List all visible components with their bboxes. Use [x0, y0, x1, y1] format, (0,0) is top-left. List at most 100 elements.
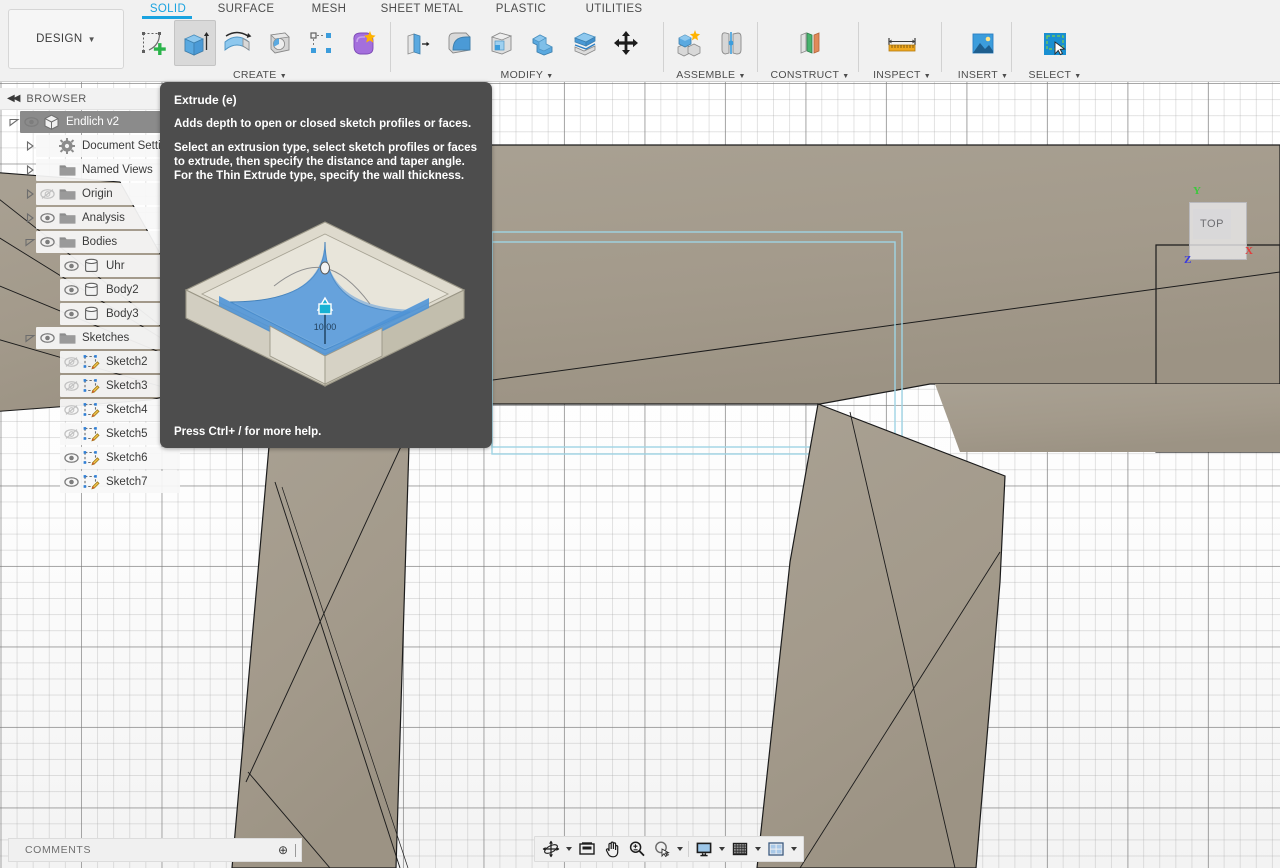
browser-node-label: Endlich v2 — [66, 116, 119, 128]
comments-resize-handle[interactable] — [295, 844, 296, 857]
eye-visible-icon[interactable] — [38, 236, 56, 248]
browser-node-analysis[interactable]: Analysis — [0, 206, 186, 230]
ribbon-group-insert-label[interactable]: INSERT ▼ — [945, 69, 1021, 81]
offset-plane-button[interactable] — [789, 20, 831, 66]
new-component-button[interactable] — [668, 20, 710, 66]
insert-image-button[interactable] — [962, 20, 1004, 66]
browser-node-document-settings[interactable]: Document Settings — [0, 134, 186, 158]
collapse-left-icon[interactable]: ◀◀ — [7, 93, 18, 104]
orbit-dropdown-caret[interactable] — [564, 838, 574, 860]
press-pull-button[interactable] — [396, 20, 438, 66]
chevron-down-icon[interactable] — [24, 235, 38, 249]
pattern-button[interactable] — [300, 20, 342, 66]
eye-hidden-icon[interactable] — [62, 428, 80, 440]
split-face-button[interactable] — [564, 20, 606, 66]
browser-node-uhr[interactable]: Uhr — [0, 254, 186, 278]
eye-visible-icon[interactable] — [62, 452, 80, 464]
sweep-button[interactable] — [258, 20, 300, 66]
browser-node-endlich-v2[interactable]: Endlich v2 — [0, 110, 186, 134]
tab-utilities[interactable]: UTILITIES — [568, 2, 660, 20]
browser-node-sketch6[interactable]: Sketch6 — [0, 446, 186, 470]
eye-hidden-icon[interactable] — [38, 188, 56, 200]
eye-hidden-icon[interactable] — [62, 404, 80, 416]
tab-surface[interactable]: SURFACE — [204, 2, 288, 20]
form-icon — [348, 28, 378, 58]
toolbar-divider — [390, 22, 391, 72]
eye-visible-icon[interactable] — [62, 308, 80, 320]
browser-node-sketches[interactable]: Sketches — [0, 326, 186, 350]
shell-button[interactable] — [480, 20, 522, 66]
browser-tree[interactable]: Endlich v2 Document SettingsNamed ViewsOr… — [0, 110, 186, 494]
chevron-down-icon[interactable] — [8, 115, 22, 129]
revolve-button[interactable] — [216, 20, 258, 66]
display-dropdown-caret[interactable] — [717, 838, 727, 860]
browser-node-sketch2[interactable]: Sketch2 — [0, 350, 186, 374]
eye-visible-icon[interactable] — [38, 212, 56, 224]
create-sketch-button[interactable] — [132, 20, 174, 66]
chevron-right-icon[interactable] — [24, 187, 38, 201]
combine-button[interactable] — [522, 20, 564, 66]
ribbon-group-assemble: ASSEMBLE ▼ — [668, 20, 754, 80]
viewports-dropdown-caret[interactable] — [789, 838, 799, 860]
display-settings-button[interactable] — [692, 838, 716, 860]
grid-dropdown-caret[interactable] — [753, 838, 763, 860]
browser-node-sketch3[interactable]: Sketch3 — [0, 374, 186, 398]
ribbon-group-inspect-label[interactable]: INSPECT ▼ — [862, 69, 942, 81]
select-window-icon — [1040, 28, 1070, 58]
move-copy-button[interactable] — [606, 20, 648, 66]
eye-visible-icon[interactable] — [22, 116, 40, 128]
chevron-right-icon[interactable] — [24, 139, 38, 153]
browser-node-body3[interactable]: Body3 — [0, 302, 186, 326]
chevron-down-icon[interactable] — [24, 331, 38, 345]
browser-node-sketch5[interactable]: Sketch5 — [0, 422, 186, 446]
browser-node-label: Body3 — [106, 308, 139, 320]
ribbon-group-assemble-label[interactable]: ASSEMBLE ▼ — [668, 69, 754, 81]
chevron-right-icon[interactable] — [24, 211, 38, 225]
ribbon-group-construct-label[interactable]: CONSTRUCT ▼ — [762, 69, 858, 81]
tab-sheet-metal[interactable]: SHEET METAL — [370, 2, 474, 20]
eye-visible-icon[interactable] — [62, 284, 80, 296]
add-comment-icon[interactable]: ⊕ — [278, 843, 288, 857]
viewports-button[interactable] — [764, 838, 788, 860]
browser-node-body2[interactable]: Body2 — [0, 278, 186, 302]
ribbon-group-select-label[interactable]: SELECT ▼ — [1015, 69, 1095, 81]
zoom-button[interactable] — [625, 838, 649, 860]
chevron-down-icon: ▼ — [280, 73, 287, 80]
eye-visible-icon[interactable] — [38, 332, 56, 344]
workspace-switcher-button[interactable]: DESIGN ▼ — [8, 9, 124, 69]
display-settings-icon — [695, 840, 713, 858]
grid-snaps-button[interactable] — [728, 838, 752, 860]
eye-hidden-icon[interactable] — [62, 380, 80, 392]
form-button[interactable] — [342, 20, 384, 66]
view-cube-face-label[interactable]: TOP — [1193, 209, 1231, 239]
measure-button[interactable] — [881, 20, 923, 66]
joint-button[interactable] — [710, 20, 752, 66]
fit-button[interactable] — [650, 838, 674, 860]
eye-hidden-icon[interactable] — [62, 356, 80, 368]
tab-plastic[interactable]: PLASTIC — [474, 2, 568, 20]
extrude-button[interactable] — [174, 20, 216, 66]
pan-button[interactable] — [600, 838, 624, 860]
shell-icon — [486, 28, 516, 58]
browser-node-named-views[interactable]: Named Views — [0, 158, 186, 182]
comments-bar[interactable]: COMMENTS ⊕ — [8, 838, 302, 862]
browser-node-bodies[interactable]: Bodies — [0, 230, 186, 254]
eye-visible-icon[interactable] — [62, 476, 80, 488]
fillet-button[interactable] — [438, 20, 480, 66]
ribbon-group-modify-label[interactable]: MODIFY ▼ — [396, 69, 658, 81]
chevron-right-icon[interactable] — [24, 163, 38, 177]
browser-node-origin[interactable]: Origin — [0, 182, 186, 206]
orbit-button[interactable] — [539, 838, 563, 860]
eye-visible-icon[interactable] — [62, 260, 80, 272]
navigation-bar — [534, 836, 804, 862]
folder-icon — [56, 211, 78, 225]
tab-mesh[interactable]: MESH — [288, 2, 370, 20]
fit-dropdown-caret[interactable] — [675, 838, 685, 860]
browser-node-sketch7[interactable]: Sketch7 — [0, 470, 186, 494]
view-cube[interactable]: TOP Y Z X — [1183, 199, 1249, 263]
look-at-button[interactable] — [575, 838, 599, 860]
tooltip-footer: Press Ctrl+ / for more help. — [174, 426, 321, 438]
select-window-button[interactable] — [1034, 20, 1076, 66]
ribbon-group-create-label[interactable]: CREATE ▼ — [132, 69, 388, 81]
browser-node-sketch4[interactable]: Sketch4 — [0, 398, 186, 422]
